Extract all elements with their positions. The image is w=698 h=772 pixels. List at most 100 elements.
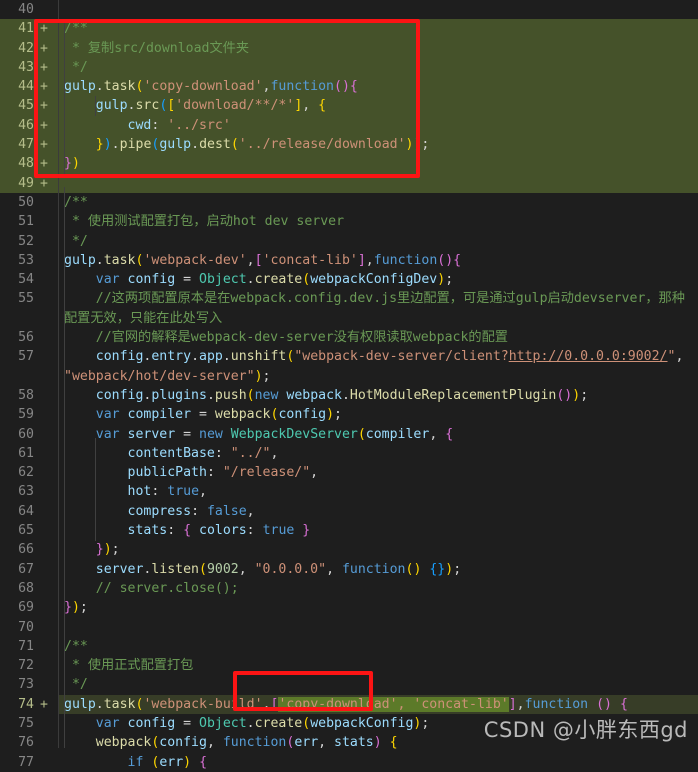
code-text[interactable]: * 复制src/download文件夹 [58,38,698,58]
gutter[interactable]: 43 + [0,57,58,78]
gutter[interactable]: 64 [0,501,58,522]
code-line[interactable]: 46 + cwd: '../src' [0,115,698,136]
code-text[interactable]: }); [58,540,698,559]
gutter[interactable]: 70 [0,617,58,637]
code-text[interactable]: */ [58,57,698,78]
code-line[interactable]: 51 * 使用测试配置打包，启动hot dev server [0,212,698,232]
code-line[interactable]: 73 */ [0,675,698,695]
code-line[interactable]: 69 }); [0,598,698,618]
gutter[interactable]: 51 [0,212,58,232]
code-line[interactable]: 44 + gulp.task('copy-download',function(… [0,77,698,97]
gutter[interactable]: 47 + [0,135,58,155]
gutter[interactable]: 41 + [0,19,58,39]
code-line[interactable]: 40 [0,0,698,20]
gutter[interactable]: 50 [0,192,58,213]
code-text[interactable]: hot: true, [58,482,698,501]
gutter[interactable]: 42 + [0,38,58,58]
code-line[interactable]: 47 + }).pipe(gulp.dest('../release/downl… [0,135,698,155]
code-line[interactable]: 59 var compiler = webpack(config); [0,405,698,425]
code-text[interactable]: }); [58,598,698,617]
code-line[interactable]: 45 + gulp.src(['download/**/*'], { [0,96,698,116]
code-line[interactable]: 63 hot: true, [0,482,698,502]
gutter[interactable]: 74 + [0,694,58,714]
gutter[interactable]: 61 [0,443,58,464]
code-line[interactable]: 54 var config = Object.create(webpackCon… [0,270,698,290]
code-text[interactable]: */ [58,232,698,251]
gutter[interactable]: 55 [0,289,58,309]
gutter[interactable]: 53 [0,250,58,271]
code-line[interactable]: 57 config.entry.app.unshift("webpack-dev… [0,347,698,386]
gutter[interactable]: 65 [0,521,58,541]
code-text[interactable]: var config = Object.create(webpackConfig… [58,270,698,289]
code-text[interactable]: config.plugins.push(new webpack.HotModul… [58,386,698,405]
gutter[interactable]: 59 [0,405,58,425]
code-text[interactable]: publicPath: "/release/", [58,463,698,482]
gutter[interactable]: 40 [0,0,58,20]
gutter[interactable]: 63 [0,482,58,502]
gutter[interactable]: 56 [0,328,58,348]
gutter[interactable]: 69 [0,598,58,618]
gutter[interactable]: 67 [0,559,58,579]
code-line[interactable]: 55 //这两项配置原本是在webpack.config.dev.js里边配置，… [0,289,698,328]
code-text[interactable]: server.listen(9002, "0.0.0.0", function(… [58,560,698,579]
gutter[interactable]: 73 [0,675,58,695]
code-line[interactable]: 42 + * 复制src/download文件夹 [0,38,698,58]
code-text[interactable]: * 使用测试配置打包，启动hot dev server [58,212,698,231]
code-line[interactable]: 50 /** [0,192,698,213]
gutter[interactable]: 45 + [0,96,58,116]
code-line[interactable]: 67 server.listen(9002, "0.0.0.0", functi… [0,559,698,579]
code-line[interactable]: 66 }); [0,540,698,560]
gutter[interactable]: 68 [0,578,58,599]
code-text[interactable] [58,0,698,19]
code-text[interactable]: contentBase: "../", [58,444,698,463]
code-text[interactable]: gulp.task('webpack-build',['copy-downloa… [58,694,698,714]
gutter[interactable]: 58 [0,385,58,406]
code-editor-diff-view[interactable]: 40 41 + /** 42 + * 复制src/download文件夹 43 [0,0,698,772]
code-line[interactable]: 58 config.plugins.push(new webpack.HotMo… [0,385,698,406]
code-text[interactable]: /** [58,193,698,212]
code-text[interactable]: /** [58,19,698,39]
gutter[interactable]: 66 [0,540,58,560]
gutter[interactable]: 48 + [0,154,58,174]
code-lines[interactable]: 40 41 + /** 42 + * 复制src/download文件夹 43 [0,0,698,772]
code-text[interactable]: if (err) { [58,753,698,772]
gutter[interactable]: 49 + [0,173,58,193]
gutter[interactable]: 76 [0,733,58,753]
code-line[interactable]: 41 + /** [0,19,698,39]
code-text[interactable]: //官网的解释是webpack-dev-server没有权限读取webpack的… [58,328,698,347]
gutter[interactable]: 75 [0,713,58,734]
code-line[interactable]: 60 var server = new WebpackDevServer(com… [0,424,698,444]
code-line[interactable]: 49 + [0,173,698,193]
code-text[interactable]: gulp.task('webpack-dev',['concat-lib'],f… [58,251,698,270]
code-text[interactable]: compress: false, [58,502,698,521]
gutter[interactable]: 44 + [0,77,58,97]
code-text[interactable]: gulp.src(['download/**/*'], { [58,96,698,116]
code-text[interactable] [58,173,698,193]
code-line[interactable]: 71 /** [0,636,698,657]
code-text[interactable]: */ [58,675,698,694]
gutter[interactable]: 71 [0,636,58,657]
gutter[interactable]: 52 [0,231,58,251]
code-line[interactable]: 53 gulp.task('webpack-dev',['concat-lib'… [0,250,698,271]
gutter[interactable]: 57 [0,347,58,367]
code-line[interactable]: 72 * 使用正式配置打包 [0,656,698,676]
code-text[interactable]: var server = new WebpackDevServer(compil… [58,425,698,444]
code-text[interactable] [58,618,698,637]
code-line[interactable]: 64 compress: false, [0,501,698,522]
code-text[interactable]: }).pipe(gulp.dest('../release/download')… [58,135,698,155]
code-text[interactable]: // server.close(); [58,579,698,598]
code-line[interactable]: 43 + */ [0,57,698,78]
code-line[interactable]: 52 */ [0,231,698,251]
code-text[interactable]: gulp.task('copy-download',function(){ [58,77,698,97]
gutter[interactable]: 62 [0,463,58,483]
url-link[interactable]: http://0.0.0.0:9002/ [509,349,668,364]
code-text[interactable]: }) [58,154,698,174]
code-line[interactable]: 48 + }) [0,154,698,174]
code-line[interactable]: 77 if (err) { [0,752,698,772]
gutter[interactable]: 72 [0,656,58,676]
code-line[interactable]: 61 contentBase: "../", [0,443,698,464]
gutter[interactable]: 54 [0,270,58,290]
code-line[interactable]: 56 //官网的解释是webpack-dev-server没有权限读取webpa… [0,328,698,348]
code-text[interactable]: /** [58,637,698,656]
code-text[interactable]: cwd: '../src' [58,115,698,136]
